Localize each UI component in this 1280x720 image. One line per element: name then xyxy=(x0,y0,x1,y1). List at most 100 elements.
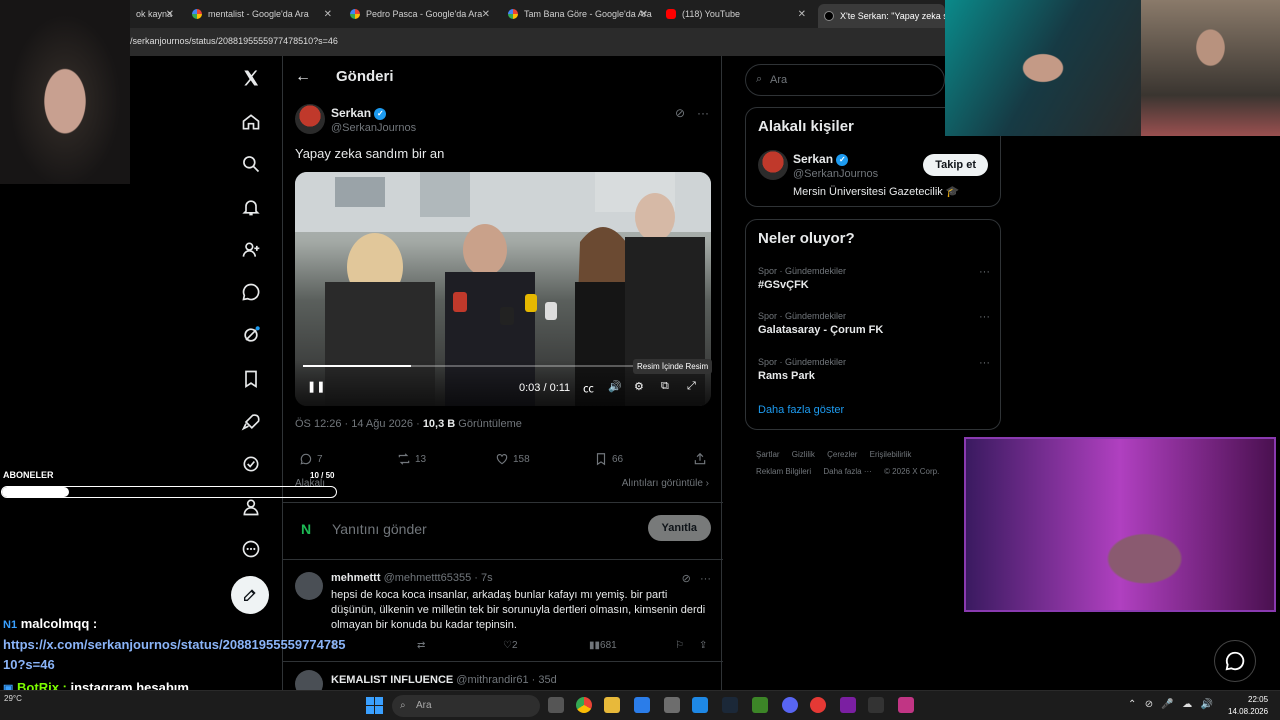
footer-link[interactable]: Erişilebilirlik xyxy=(870,450,912,459)
store-icon[interactable] xyxy=(634,697,650,713)
pause-icon[interactable]: ❚❚ xyxy=(307,380,325,393)
instagram-icon[interactable] xyxy=(898,697,914,713)
captions-icon[interactable]: ㏄ xyxy=(583,380,594,396)
system-clock[interactable]: 22:05 14.08.2026 xyxy=(1228,694,1268,718)
tab-label: Pedro Pasca - Google'da Ara xyxy=(366,9,483,19)
bookmark-icon[interactable] xyxy=(239,367,263,391)
search-input[interactable]: ⌕ Ara xyxy=(745,64,945,96)
verified-icon[interactable] xyxy=(239,452,263,476)
reply-author[interactable]: mehmettt @mehmettt65355 · 7s xyxy=(331,572,493,584)
like-button[interactable]: 158 xyxy=(495,452,530,466)
chat-link[interactable]: 10?s=46 xyxy=(3,657,55,672)
steam-icon[interactable] xyxy=(722,697,738,713)
browser-tab-active[interactable]: X'te Serkan: "Yapay zeka sa xyxy=(818,4,945,28)
footer-link[interactable]: Reklam Bilgileri xyxy=(756,467,811,476)
follow-button[interactable]: Takip et xyxy=(923,154,988,176)
teams-icon[interactable] xyxy=(840,697,856,713)
footer-link[interactable]: Gizlilik xyxy=(792,450,815,459)
obs-icon[interactable] xyxy=(868,697,884,713)
more-options-icon[interactable]: ⊘ ··· xyxy=(682,572,711,585)
message-icon[interactable] xyxy=(239,280,263,304)
grok-icon[interactable]: ⊘ xyxy=(675,106,685,120)
close-icon[interactable]: ✕ xyxy=(324,9,332,20)
bookmark-icon[interactable]: ⚐ xyxy=(675,640,684,651)
chat-link[interactable]: https://x.com/serkanjournos/status/20881… xyxy=(3,637,346,652)
volume-icon[interactable]: 🔊 xyxy=(608,380,622,393)
mail-icon[interactable] xyxy=(692,697,708,713)
author-handle[interactable]: @SerkanJournos xyxy=(331,122,416,134)
media-player-icon[interactable] xyxy=(810,697,826,713)
reply-like-count[interactable]: ♡ 2 xyxy=(503,640,518,651)
more-options-icon[interactable]: ··· xyxy=(979,266,990,278)
reply-author[interactable]: KEMALIST INFLUENCE @mithrandir61 · 35d xyxy=(331,674,557,686)
app-icon[interactable] xyxy=(664,697,680,713)
compose-button[interactable] xyxy=(231,576,269,614)
windows-start-icon[interactable] xyxy=(366,697,383,714)
close-icon[interactable]: ✕ xyxy=(166,9,174,20)
reply-views-count[interactable]: ▮▮ 681 xyxy=(589,640,617,651)
home-icon[interactable] xyxy=(239,110,263,134)
file-explorer-icon[interactable] xyxy=(604,697,620,713)
more-icon[interactable] xyxy=(239,537,263,561)
taskbar-search[interactable]: ⌕ Ara xyxy=(392,695,540,717)
chrome-icon[interactable] xyxy=(576,697,592,713)
related-handle[interactable]: @SerkanJournos xyxy=(793,168,878,180)
rocket-icon[interactable] xyxy=(239,410,263,434)
reply-item[interactable]: mehmettt @mehmettt65355 · 7s ⊘ ··· hepsi… xyxy=(283,562,723,662)
trend-item[interactable]: Spor · Gündemdekiler Rams Park ··· xyxy=(758,357,990,382)
share-icon[interactable]: ⇪ xyxy=(699,640,707,651)
footer-link[interactable]: Şartlar xyxy=(756,450,780,459)
post-time[interactable]: ÖS 12:26 · 14 Ağu 2026 · xyxy=(295,418,423,430)
fullscreen-icon[interactable]: ⤢ xyxy=(687,380,696,393)
reply-composer: N Yanıtını gönder Yanıtla xyxy=(283,502,723,560)
close-icon[interactable]: ✕ xyxy=(798,9,806,20)
settings-gear-icon[interactable]: ⚙ xyxy=(634,380,644,393)
show-more-link[interactable]: Daha fazla göster xyxy=(758,404,844,416)
reply-item[interactable]: KEMALIST INFLUENCE @mithrandir61 · 35d xyxy=(283,664,723,698)
reply-submit-button[interactable]: Yanıtla xyxy=(647,515,711,541)
bookmark-button[interactable]: 66 xyxy=(594,452,623,466)
more-options-icon[interactable]: ··· xyxy=(979,357,990,369)
trend-item[interactable]: Spor · Gündemdekiler Galatasaray - Çorum… xyxy=(758,311,990,336)
system-tray-icons[interactable]: ⌃ ⊘ 🎤 ☁ 🔊 xyxy=(1128,699,1213,710)
reply-button[interactable]: 7 xyxy=(299,452,323,466)
close-icon[interactable]: ✕ xyxy=(640,9,648,20)
task-view-icon[interactable] xyxy=(548,697,564,713)
profile-icon[interactable] xyxy=(239,495,263,519)
bell-icon[interactable] xyxy=(239,195,263,219)
browser-tab[interactable]: Pedro Pasca - Google'da Ara ✕ xyxy=(344,4,496,24)
search-icon[interactable] xyxy=(239,152,263,176)
footer-link[interactable]: Daha fazla ··· xyxy=(823,467,871,476)
related-name[interactable]: Serkan ✓ xyxy=(793,152,849,166)
avatar[interactable] xyxy=(295,572,323,600)
discord-icon[interactable] xyxy=(782,697,798,713)
view-quotes-link[interactable]: Alıntıları görüntüle › xyxy=(622,478,709,489)
share-button[interactable] xyxy=(693,452,707,466)
reply-author-meta: @mehmettt65355 · 7s xyxy=(383,572,493,584)
browser-tab[interactable]: mentalist - Google'da Ara ✕ xyxy=(186,4,338,24)
repost-button[interactable]: 13 xyxy=(397,452,426,466)
avatar[interactable] xyxy=(295,104,325,134)
repost-icon[interactable]: ⇄ xyxy=(417,640,425,651)
trend-item[interactable]: Spor · Gündemdekiler #GSvÇFK ··· xyxy=(758,266,990,291)
more-options-icon[interactable]: ··· xyxy=(979,311,990,323)
reply-author-name: mehmettt xyxy=(331,572,381,584)
weather-widget[interactable]: 29°C xyxy=(4,694,22,703)
address-bar[interactable]: /serkanjournos/status/208819555597747851… xyxy=(130,28,945,56)
picture-in-picture-icon[interactable]: ⧉ xyxy=(661,380,669,393)
x-logo-icon[interactable] xyxy=(239,66,263,90)
footer-link[interactable]: Çerezler xyxy=(827,450,857,459)
back-arrow-icon[interactable]: ← xyxy=(295,68,311,86)
more-options-icon[interactable]: ··· xyxy=(697,106,709,120)
browser-tab[interactable]: (118) YouTube ✕ xyxy=(660,4,812,24)
grok-icon[interactable] xyxy=(239,323,263,347)
minecraft-icon[interactable] xyxy=(752,697,768,713)
avatar[interactable] xyxy=(758,150,788,180)
people-icon[interactable] xyxy=(239,238,263,262)
browser-tab[interactable]: Tam Bana Göre - Google'da Ara ✕ xyxy=(502,4,654,24)
browser-tab[interactable]: ok kayna ✕ xyxy=(130,4,180,24)
reply-input[interactable]: Yanıtını gönder xyxy=(332,521,427,537)
author-name[interactable]: Serkan ✓ xyxy=(331,106,387,120)
chat-bubble-icon[interactable] xyxy=(1214,640,1256,682)
close-icon[interactable]: ✕ xyxy=(482,9,490,20)
